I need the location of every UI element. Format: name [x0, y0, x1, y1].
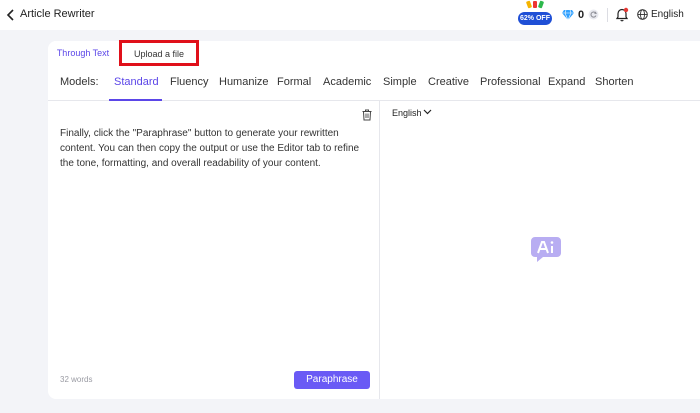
- promo-badge[interactable]: 62% OFF: [518, 0, 552, 27]
- tab-through-text[interactable]: Through Text: [48, 41, 118, 65]
- back-icon[interactable]: [6, 8, 16, 22]
- refresh-icon[interactable]: [588, 9, 599, 20]
- confetti: [537, 0, 545, 9]
- model-simple[interactable]: Simple: [383, 76, 417, 88]
- output-language-select[interactable]: English: [392, 108, 422, 118]
- model-expand[interactable]: Expand: [548, 76, 585, 88]
- bell-icon[interactable]: [615, 7, 629, 22]
- page-title: Article Rewriter: [20, 8, 95, 20]
- model-standard[interactable]: Standard: [114, 76, 159, 88]
- chevron-down-icon[interactable]: [423, 109, 432, 115]
- promo-label[interactable]: 62% OFF: [518, 12, 552, 25]
- model-professional[interactable]: Professional: [480, 76, 541, 88]
- top-bar: Article Rewriter 62% OFF 0 English: [0, 0, 700, 30]
- model-tabs: Models: Standard Fluency Humanize Formal…: [48, 65, 700, 101]
- tab-upload-file[interactable]: Upload a file: [119, 40, 199, 66]
- input-textarea[interactable]: Finally, click the "Paraphrase" button t…: [60, 126, 372, 171]
- model-creative[interactable]: Creative: [428, 76, 469, 88]
- confetti: [525, 0, 533, 9]
- model-academic[interactable]: Academic: [323, 76, 371, 88]
- model-fluency[interactable]: Fluency: [170, 76, 209, 88]
- paraphrase-button[interactable]: Paraphrase: [294, 371, 370, 389]
- model-formal[interactable]: Formal: [277, 76, 311, 88]
- diamond-icon: [562, 9, 574, 20]
- models-label: Models:: [60, 76, 99, 88]
- confetti: [533, 1, 537, 8]
- credits-count: 0: [578, 9, 585, 21]
- trash-icon[interactable]: [362, 109, 372, 121]
- globe-icon[interactable]: [637, 9, 648, 20]
- input-pane: Finally, click the "Paraphrase" button t…: [48, 101, 380, 399]
- ai-icon: [531, 237, 561, 262]
- rewriter-card: Through Text Upload a file Models: Stand…: [48, 40, 700, 399]
- language-selector[interactable]: English: [651, 9, 684, 20]
- output-pane: English: [381, 101, 700, 399]
- word-count: 32 words: [60, 375, 93, 384]
- model-humanize[interactable]: Humanize: [219, 76, 269, 88]
- model-shorten[interactable]: Shorten: [595, 76, 634, 88]
- divider: [607, 8, 608, 22]
